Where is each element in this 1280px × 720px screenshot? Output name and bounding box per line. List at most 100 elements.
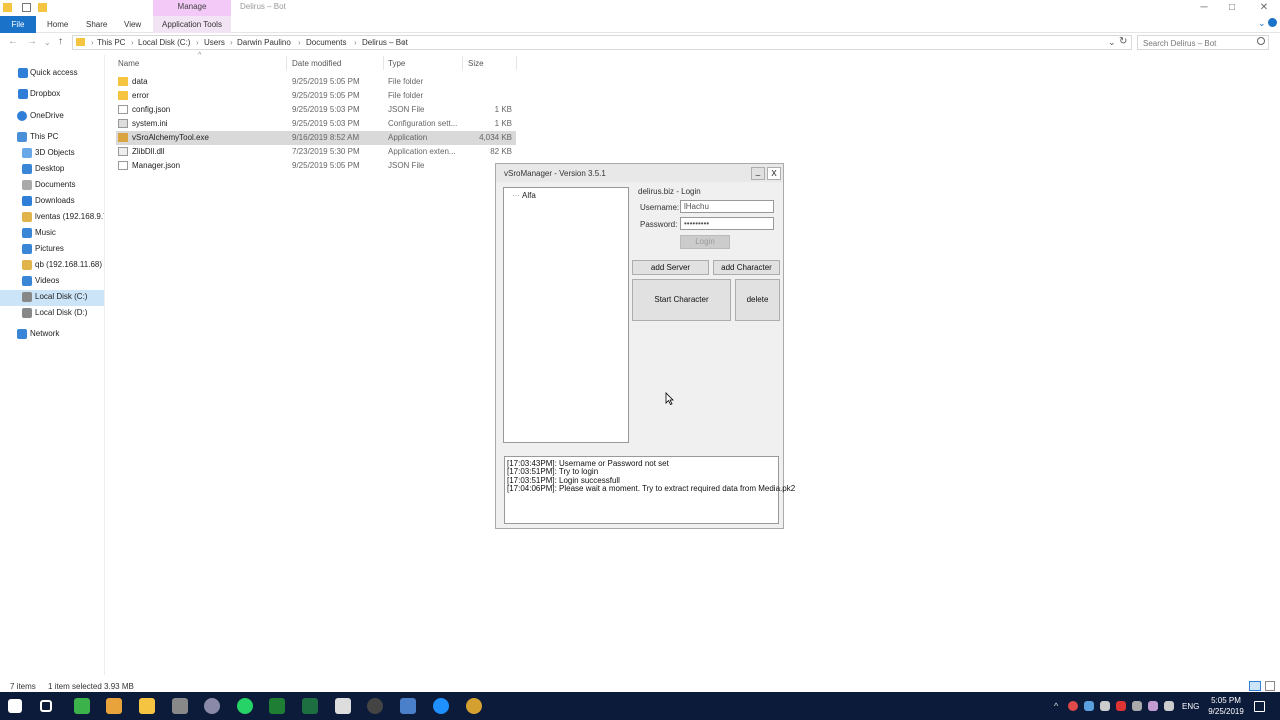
nav-item-qb[interactable]: qb (192.168.11.68) xyxy=(0,257,104,273)
file-row[interactable]: system.ini 9/25/2019 5:03 PM Configurati… xyxy=(116,117,516,131)
tab-application-tools[interactable]: Application Tools xyxy=(153,16,231,33)
vsro-close-button[interactable]: X xyxy=(767,167,781,180)
file-row[interactable]: ZlibDll.dll 7/23/2019 5:30 PM Applicatio… xyxy=(116,145,516,159)
breadcrumb-current[interactable]: Delirus – Bot xyxy=(362,38,408,47)
column-header-type[interactable]: Type xyxy=(388,59,405,68)
whatsapp-icon[interactable] xyxy=(237,698,253,714)
language-indicator[interactable]: ENG xyxy=(1182,702,1199,711)
column-header-size[interactable]: Size xyxy=(468,59,484,68)
file-explorer-icon[interactable] xyxy=(139,698,155,714)
nav-item-lventas[interactable]: lventas (192.168.9.7 xyxy=(0,209,104,225)
tab-share[interactable]: Share xyxy=(86,16,107,33)
nav-item-music[interactable]: Music xyxy=(0,225,104,241)
close-button[interactable]: ✕ xyxy=(1256,1,1272,15)
pen-tray-icon[interactable] xyxy=(1148,701,1158,711)
log-box[interactable]: [17:03:43PM]: Username or Password not s… xyxy=(504,456,795,524)
tab-home[interactable]: Home xyxy=(47,16,68,33)
file-row[interactable]: Manager.json 9/25/2019 5:05 PM JSON File xyxy=(116,159,516,173)
recent-chevron-icon[interactable]: ⌄ xyxy=(44,38,51,47)
app-icon[interactable] xyxy=(466,698,482,714)
minimize-button[interactable]: ─ xyxy=(1196,1,1212,15)
start-character-button[interactable]: Start Character xyxy=(632,279,731,321)
nav-item-videos[interactable]: Videos xyxy=(0,273,104,289)
tray-icon[interactable] xyxy=(1100,701,1110,711)
add-character-button[interactable]: add Character xyxy=(713,260,780,275)
new-folder-icon[interactable] xyxy=(38,3,47,12)
nav-item-this-pc[interactable]: This PC xyxy=(0,129,104,145)
login-group-label: delirus.biz - Login xyxy=(638,187,701,196)
store-icon[interactable] xyxy=(106,698,122,714)
breadcrumb-users[interactable]: Users xyxy=(204,38,225,47)
file-size: 4,034 KB xyxy=(479,133,512,142)
clock-time[interactable]: 5:05 PM xyxy=(1207,696,1245,705)
maximize-button[interactable]: □ xyxy=(1224,1,1240,15)
help-icon[interactable] xyxy=(1268,18,1277,27)
password-field[interactable]: ••••••••• xyxy=(680,217,774,230)
nav-label: Local Disk (D:) xyxy=(35,308,88,317)
breadcrumb-local-disk[interactable]: Local Disk (C:) xyxy=(138,38,190,47)
network-tray-icon[interactable] xyxy=(1132,701,1142,711)
file-date: 9/25/2019 5:05 PM xyxy=(292,161,360,170)
app-icon[interactable] xyxy=(204,698,220,714)
file-row-selected[interactable]: vSroAlchemyTool.exe 9/16/2019 8:52 AM Ap… xyxy=(116,131,516,145)
properties-icon[interactable] xyxy=(22,3,31,12)
dropbox-tray-icon[interactable] xyxy=(1084,701,1094,711)
breadcrumb-separator: › xyxy=(131,38,134,47)
vsro-minimize-button[interactable]: _ xyxy=(751,167,765,180)
breadcrumb-documents[interactable]: Documents xyxy=(306,38,346,47)
clock-date[interactable]: 9/25/2019 xyxy=(1205,707,1247,716)
tree-item[interactable]: Alfa xyxy=(522,191,536,200)
server-tree[interactable]: ··· Alfa xyxy=(503,187,629,443)
username-field[interactable]: lHachu xyxy=(680,200,774,213)
nav-item-3d-objects[interactable]: 3D Objects xyxy=(0,145,104,161)
app-icon[interactable] xyxy=(172,698,188,714)
breadcrumb-user[interactable]: Darwin Paulino xyxy=(237,38,291,47)
nav-item-desktop[interactable]: Desktop xyxy=(0,161,104,177)
delete-button[interactable]: delete xyxy=(735,279,780,321)
back-arrow-icon[interactable]: ← xyxy=(8,36,18,47)
calculator-icon[interactable] xyxy=(335,698,351,714)
nav-item-quick-access[interactable]: Quick access xyxy=(0,65,104,81)
file-row[interactable]: data 9/25/2019 5:05 PM File folder xyxy=(116,75,516,89)
excel-icon[interactable] xyxy=(302,698,318,714)
notepad-icon[interactable] xyxy=(269,698,285,714)
add-server-button[interactable]: add Server xyxy=(632,260,709,275)
volume-icon[interactable] xyxy=(1164,701,1174,711)
app-icon[interactable] xyxy=(400,698,416,714)
notification-icon[interactable] xyxy=(1254,701,1265,712)
refresh-icon[interactable]: ↻ xyxy=(1119,36,1127,47)
column-header-name[interactable]: Name xyxy=(118,59,139,68)
tray-icon[interactable] xyxy=(1068,701,1078,711)
nav-item-local-disk-d[interactable]: Local Disk (D:) xyxy=(0,305,104,321)
nav-item-onedrive[interactable]: OneDrive xyxy=(0,108,104,124)
windows-start-icon[interactable] xyxy=(8,699,22,713)
forward-arrow-icon[interactable]: → xyxy=(27,36,37,47)
app-icon[interactable] xyxy=(367,698,383,714)
tray-chevron-icon[interactable]: ^ xyxy=(1054,701,1058,711)
nav-item-dropbox[interactable]: Dropbox xyxy=(0,86,104,102)
tab-view[interactable]: View xyxy=(124,16,141,33)
teamviewer-icon[interactable] xyxy=(433,698,449,714)
file-row[interactable]: config.json 9/25/2019 5:03 PM JSON File … xyxy=(116,103,516,117)
app-icon[interactable] xyxy=(74,698,90,714)
tray-icon[interactable] xyxy=(1116,701,1126,711)
search-input[interactable]: Search Delirus – Bot xyxy=(1137,35,1269,50)
manage-tab[interactable]: Manage xyxy=(153,0,231,16)
nav-item-pictures[interactable]: Pictures xyxy=(0,241,104,257)
address-dropdown-icon[interactable]: ⌄ xyxy=(1108,37,1116,48)
breadcrumb-this-pc[interactable]: This PC xyxy=(97,38,125,47)
column-header-date[interactable]: Date modified xyxy=(292,59,341,68)
nav-item-documents[interactable]: Documents xyxy=(0,177,104,193)
star-icon xyxy=(18,68,28,78)
file-row[interactable]: error 9/25/2019 5:05 PM File folder xyxy=(116,89,516,103)
login-button[interactable]: Login xyxy=(680,235,730,249)
large-icons-view-icon[interactable] xyxy=(1265,681,1275,691)
tab-file[interactable]: File xyxy=(0,16,36,33)
up-arrow-icon[interactable]: ↑ xyxy=(58,36,63,47)
chevron-down-icon[interactable]: ⌄ xyxy=(1258,18,1266,29)
nav-item-network[interactable]: Network xyxy=(0,326,104,342)
nav-item-local-disk-c[interactable]: Local Disk (C:) xyxy=(0,289,104,305)
details-view-icon[interactable] xyxy=(1249,681,1261,691)
nav-item-downloads[interactable]: Downloads xyxy=(0,193,104,209)
task-view-icon[interactable] xyxy=(40,700,52,712)
